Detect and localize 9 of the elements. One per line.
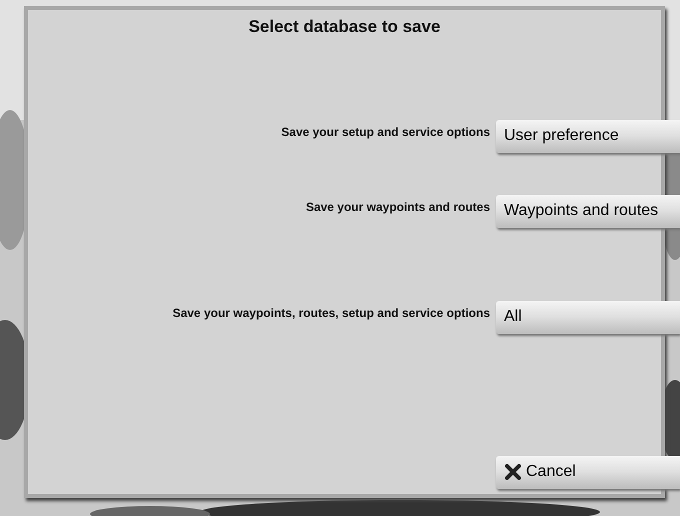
- option-button[interactable]: Waypoints and routes: [496, 194, 680, 228]
- option-label: Save your setup and service options: [281, 124, 490, 140]
- option-button[interactable]: All: [496, 300, 680, 334]
- option-label: Save your waypoints and routes: [306, 198, 490, 216]
- option-label: Save your waypoints, routes, setup and service options: [172, 304, 490, 322]
- dialog-title: Select database to save: [248, 16, 440, 38]
- close-icon: [504, 463, 522, 481]
- option-button[interactable]: User preference: [496, 120, 680, 152]
- cancel-button[interactable]: Cancel: [496, 456, 680, 488]
